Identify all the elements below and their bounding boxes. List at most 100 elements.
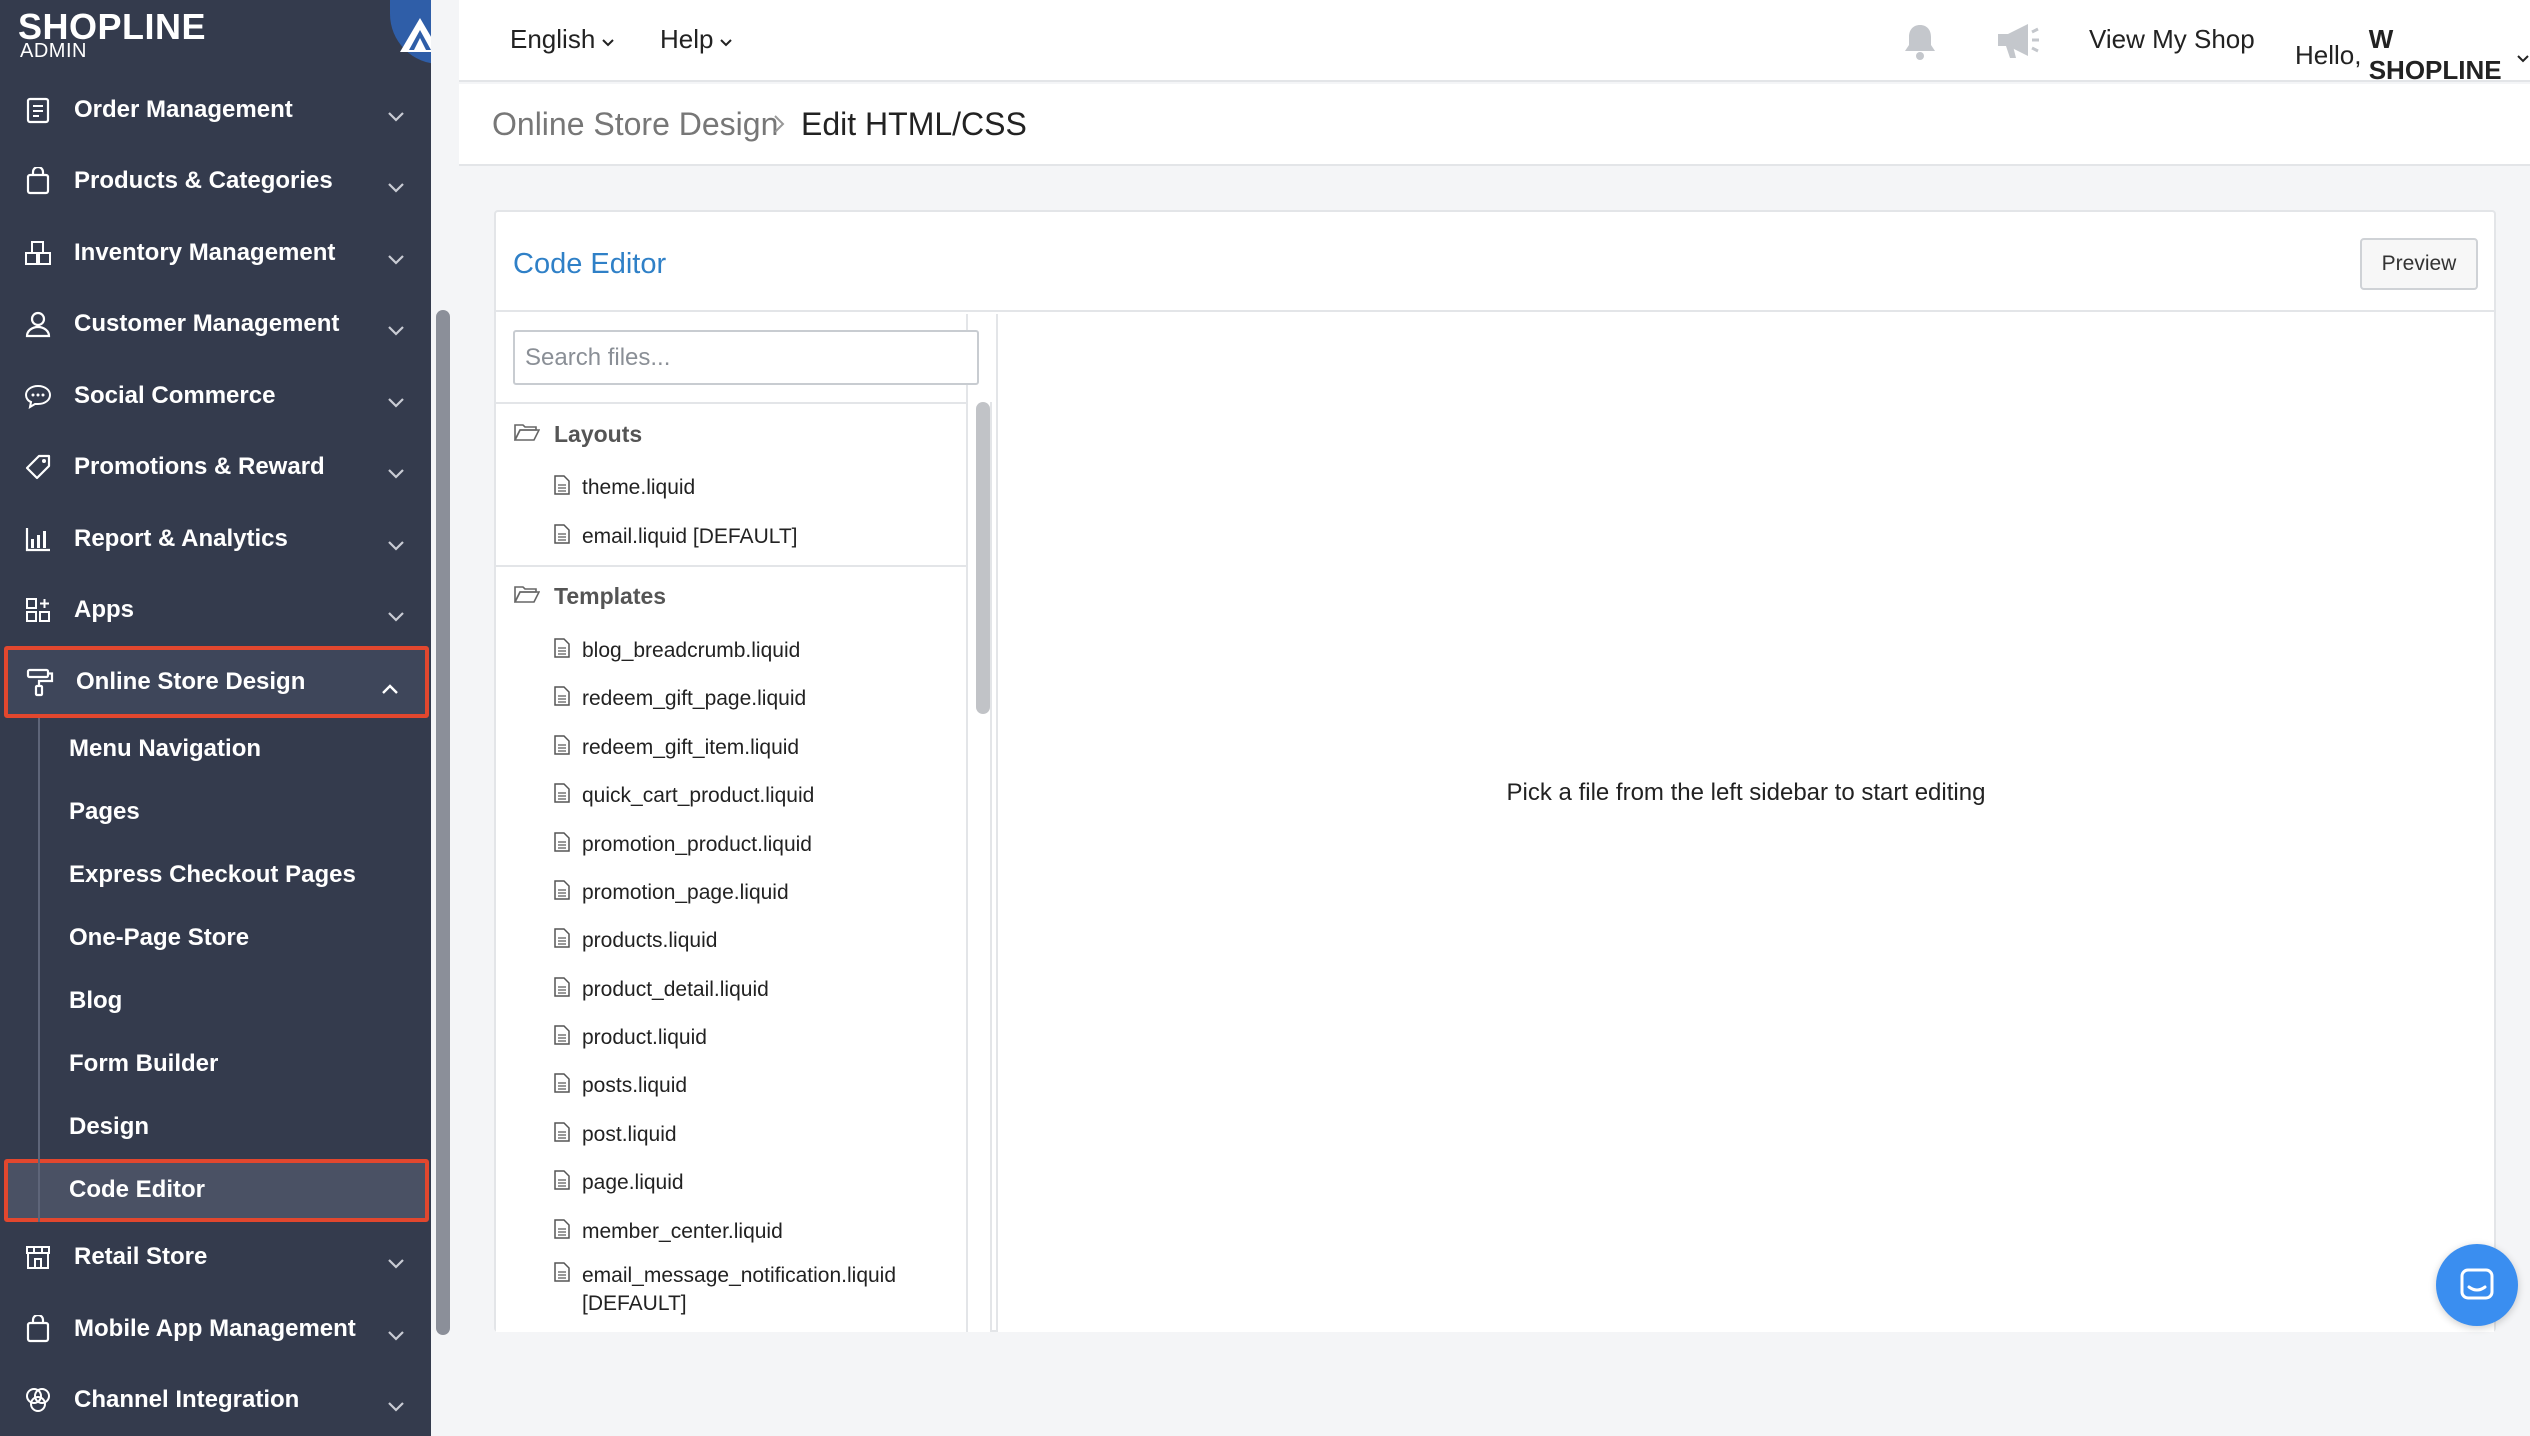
help-label: Help [660, 24, 714, 54]
file-item[interactable]: redeem_gift_item.liquid [496, 724, 968, 772]
file-item[interactable]: posts.liquid [496, 1062, 968, 1110]
sidebar-subitem-design[interactable]: Design [40, 1096, 431, 1159]
sidebar-subitem-express-checkout-pages[interactable]: Express Checkout Pages [40, 844, 431, 907]
sidebar-item-label: Inventory Management [74, 238, 336, 266]
editor-area[interactable]: Pick a file from the left sidebar to sta… [996, 314, 2494, 1332]
sidebar-subitem-label: One-Page Store [69, 924, 250, 951]
sidebar-item-channel-integration[interactable]: Channel Integration [0, 1365, 431, 1436]
chevron-down-icon [387, 388, 405, 416]
breadcrumb-parent[interactable]: Online Store Design [492, 106, 778, 143]
folder-templates[interactable]: Templates [496, 567, 968, 627]
mobile-bag-icon [22, 1313, 54, 1345]
boxes-icon [22, 237, 54, 269]
view-my-shop-link[interactable]: View My Shop [2089, 24, 2255, 55]
file-name: quick_cart_product.liquid [582, 784, 815, 808]
chart-icon [22, 523, 54, 555]
file-browser: Layouts theme.liquid email.liquid [DEFAU… [496, 314, 992, 1332]
file-list-scrollbar[interactable] [976, 402, 990, 714]
panel-header: Code Editor Preview [496, 212, 2494, 312]
sidebar-item-social-commerce[interactable]: Social Commerce [0, 360, 431, 432]
language-label: English [510, 24, 596, 54]
sidebar-item-customer-management[interactable]: Customer Management [0, 289, 431, 361]
file-item[interactable]: post.liquid [496, 1111, 968, 1159]
sidebar-item-report-analytics[interactable]: Report & Analytics [0, 503, 431, 575]
file-name: promotion_product.liquid [582, 832, 812, 856]
file-item[interactable]: page.liquid [496, 1159, 968, 1207]
sidebar-subitem-code-editor[interactable]: Code Editor [4, 1158, 429, 1222]
sidebar-item-label: Report & Analytics [74, 524, 288, 552]
file-item[interactable]: promotion_product.liquid [496, 820, 968, 868]
file-name: member_center.liquid [582, 1219, 783, 1243]
file-item[interactable]: theme.liquid [496, 464, 968, 512]
sidebar-subitem-label: Blog [69, 987, 123, 1014]
sidebar-item-label: Apps [74, 596, 134, 624]
sidebar-subitem-menu-navigation[interactable]: Menu Navigation [40, 718, 431, 781]
preview-button[interactable]: Preview [2360, 238, 2478, 290]
folder-layouts[interactable]: Layouts [496, 404, 968, 464]
chevron-down-icon [387, 1392, 405, 1420]
sidebar-item-mobile-app-management[interactable]: Mobile App Management [0, 1293, 431, 1365]
file-icon [554, 475, 570, 501]
file-item[interactable]: email.liquid [DEFAULT] [496, 512, 968, 560]
file-item[interactable]: quick_cart_product.liquid [496, 772, 968, 820]
bag-icon [22, 165, 54, 197]
sidebar-item-inventory-management[interactable]: Inventory Management [0, 217, 431, 289]
megaphone-icon[interactable] [1994, 20, 2042, 62]
panel-title: Code Editor [513, 248, 667, 280]
folder-open-icon [513, 583, 541, 610]
notification-bell-icon[interactable] [1899, 20, 1941, 62]
store-icon [22, 1241, 54, 1273]
greeting-prefix: Hello, [2295, 39, 2362, 70]
sidebar-item-order-management[interactable]: Order Management [0, 74, 431, 146]
sidebar-item-label: Channel Integration [74, 1386, 300, 1414]
file-item[interactable]: member_center.liquid [496, 1207, 968, 1255]
sidebar-scrollbar[interactable] [436, 310, 450, 1335]
chat-bubble-icon [22, 380, 54, 412]
file-item[interactable]: redeem_gift_page.liquid [496, 675, 968, 723]
help-dropdown[interactable]: Help [660, 24, 733, 55]
file-item[interactable]: promotion_page.liquid [496, 869, 968, 917]
file-item[interactable]: blog_breadcrumb.liquid [496, 627, 968, 675]
view-shop-label: View My Shop [2089, 24, 2255, 54]
brand-mark-icon[interactable] [390, 0, 431, 64]
chevron-down-icon [601, 24, 615, 55]
chevron-down-icon [387, 531, 405, 559]
sidebar-item-apps[interactable]: Apps [0, 575, 431, 647]
file-list: Layouts theme.liquid email.liquid [DEFAU… [496, 402, 968, 1332]
sidebar-item-retail-store[interactable]: Retail Store [0, 1222, 431, 1294]
file-name: blog_breadcrumb.liquid [582, 638, 801, 662]
language-dropdown[interactable]: English [510, 24, 615, 55]
sidebar-subitem-label: Express Checkout Pages [69, 861, 356, 888]
sidebar-item-products-categories[interactable]: Products & Categories [0, 146, 431, 218]
file-item[interactable]: product.liquid [496, 1014, 968, 1062]
file-name: redeem_gift_item.liquid [582, 735, 800, 759]
file-icon [554, 1025, 570, 1051]
chevron-down-icon [719, 24, 733, 55]
chevron-down-icon [387, 1249, 405, 1277]
sidebar-subitem-label: Form Builder [69, 1050, 219, 1077]
chevron-down-icon [2516, 40, 2530, 71]
sidebar-subnav: Menu Navigation Pages Express Checkout P… [0, 717, 431, 1222]
file-item[interactable]: email_message_notification.liquid [DEFAU… [496, 1256, 968, 1322]
file-name: posts.liquid [582, 1074, 688, 1098]
chat-icon [2460, 1268, 2494, 1300]
file-name: email.liquid [DEFAULT] [582, 524, 798, 548]
file-name: post.liquid [582, 1122, 677, 1146]
file-item[interactable]: product_detail.liquid [496, 966, 968, 1014]
file-item[interactable]: products.liquid [496, 917, 968, 965]
sidebar-item-promotions-reward[interactable]: Promotions & Reward [0, 432, 431, 504]
sidebar-subitem-pages[interactable]: Pages [40, 781, 431, 844]
sidebar-subitem-blog[interactable]: Blog [40, 970, 431, 1033]
sidebar-subitem-form-builder[interactable]: Form Builder [40, 1033, 431, 1096]
sidebar-subitem-one-page-store[interactable]: One-Page Store [40, 907, 431, 970]
search-files-input[interactable] [513, 330, 979, 385]
clipboard-icon [22, 94, 54, 126]
sidebar-subitem-label: Menu Navigation [69, 735, 262, 762]
file-icon [554, 638, 570, 664]
chat-support-button[interactable] [2436, 1244, 2518, 1326]
sidebar-item-online-store-design[interactable]: Online Store Design [4, 646, 429, 718]
user-menu[interactable]: Hello, W SHOPLINE [2295, 24, 2530, 86]
sidebar-subitem-label: Pages [69, 798, 140, 825]
chevron-down-icon [387, 459, 405, 487]
sidebar-item-label: Online Store Design [76, 667, 306, 695]
